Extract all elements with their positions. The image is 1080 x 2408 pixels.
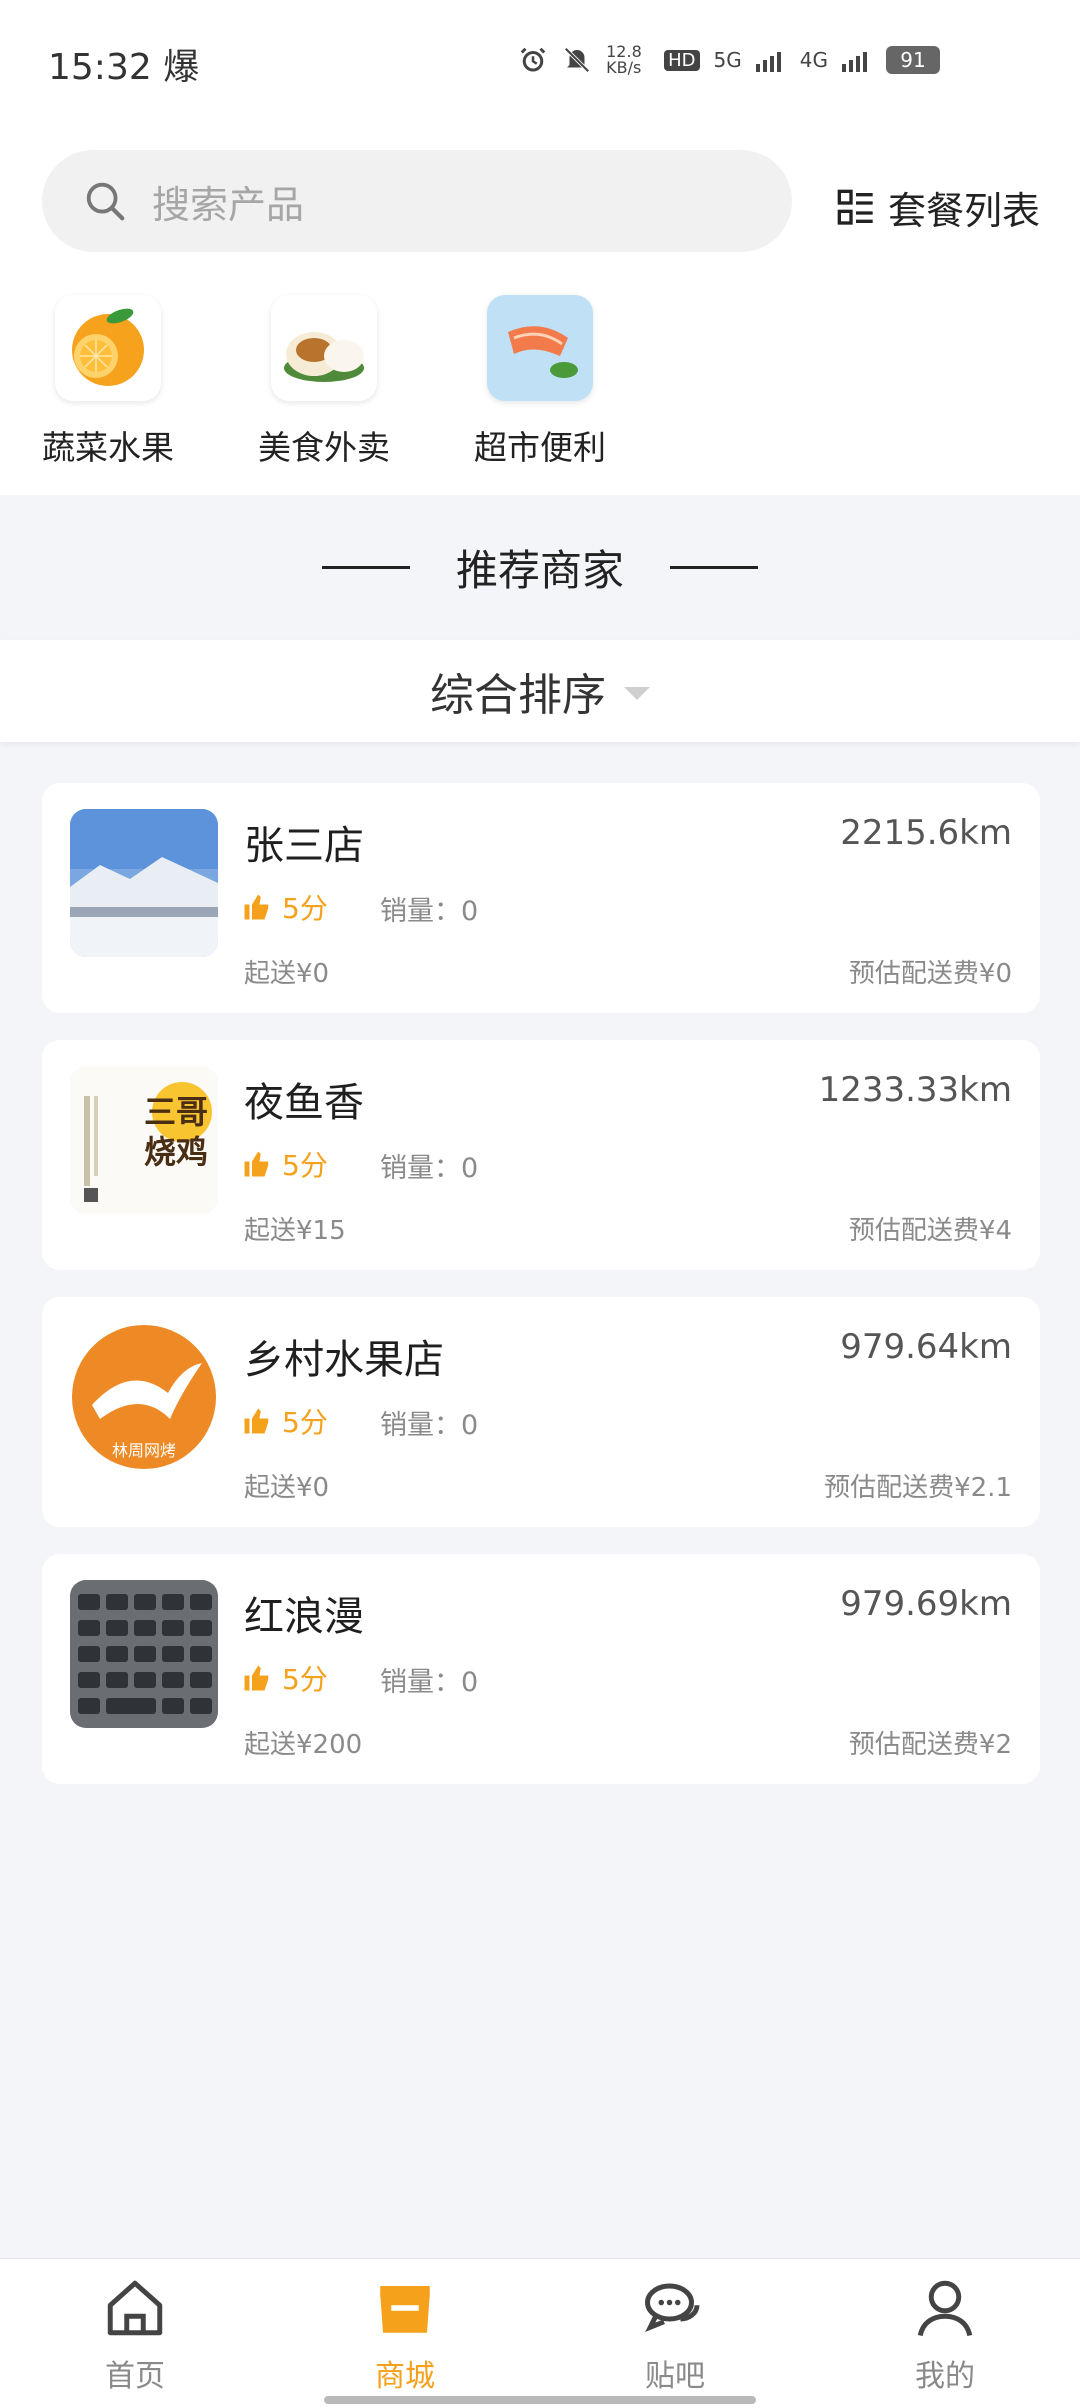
5g-signal: 5G [713, 48, 742, 72]
bottom-tab-bar: 首页 商城 贴吧 我的 [0, 2258, 1080, 2408]
status-bar: 15:32 爆 12.8 KB/s HD 5G 4G 91 [0, 0, 1080, 130]
header: 搜索产品 套餐列表 蔬菜水果 美食外卖 超市便利 [0, 130, 1080, 495]
sort-dropdown[interactable]: 综合排序 [0, 640, 1080, 742]
user-icon [917, 2280, 973, 2337]
shop-thumbnail: 三哥烧鸡 [70, 1066, 218, 1214]
sort-label: 综合排序 [430, 670, 606, 721]
category-food[interactable]: 美食外卖 [244, 295, 404, 469]
divider [321, 566, 410, 569]
divider [670, 566, 758, 569]
battery-icon: 91 [886, 46, 940, 74]
shop-rating: 5分 [242, 1144, 328, 1184]
recommend-header: 推荐商家 [0, 495, 1080, 640]
search-placeholder: 搜索产品 [152, 182, 305, 227]
shop-sales: 销量：0 [380, 1667, 479, 1698]
shop-delivery-fee: 预估配送费¥0 [848, 959, 1012, 989]
shop-rating: 5分 [242, 887, 328, 927]
package-list-label: 套餐列表 [887, 189, 1040, 233]
shop-distance: 979.69km [840, 1584, 1012, 1624]
mute-icon [564, 47, 590, 73]
shop-name: 乡村水果店 [244, 1337, 444, 1383]
tab-shop[interactable]: 商城 [315, 2275, 495, 2395]
hd-badge: HD [664, 49, 700, 71]
shop-distance: 979.64km [840, 1327, 1012, 1367]
status-icons: 12.8 KB/s HD 5G 4G 91 [518, 44, 940, 76]
category-fruit[interactable]: 蔬菜水果 [28, 295, 188, 469]
shop-min-order: 起送¥15 [244, 1216, 346, 1246]
shop-thumbnail [70, 809, 218, 957]
category-label: 超市便利 [474, 428, 606, 467]
status-time: 15:32 爆 [48, 47, 200, 88]
shop-min-order: 起送¥0 [244, 959, 330, 989]
thumbs-up-icon [244, 1408, 269, 1434]
shop-sales: 销量：0 [380, 1410, 479, 1441]
tab-label: 贴吧 [645, 2359, 705, 2394]
tab-label: 商城 [375, 2359, 435, 2394]
category-row: 蔬菜水果 美食外卖 超市便利 [0, 295, 1080, 485]
tab-home[interactable]: 首页 [45, 2275, 225, 2395]
shop-delivery-fee: 预估配送费¥2.1 [824, 1473, 1012, 1503]
shop-name: 夜鱼香 [244, 1080, 364, 1126]
category-label: 蔬菜水果 [42, 428, 174, 467]
signal-4g-icon [842, 52, 867, 72]
tab-label: 我的 [915, 2359, 975, 2394]
package-list-button[interactable]: 套餐列表 [836, 180, 1040, 235]
shop-sales: 销量：0 [380, 896, 479, 927]
category-label: 美食外卖 [258, 428, 390, 467]
thumbs-up-icon [244, 1151, 269, 1177]
shop-icon [380, 2286, 430, 2333]
poster-text: 三哥烧鸡 [143, 1093, 208, 1171]
category-market[interactable]: 超市便利 [460, 295, 620, 469]
tab-forum[interactable]: 贴吧 [585, 2275, 765, 2395]
4g-signal: 4G [799, 48, 828, 72]
shop-card[interactable]: 三哥烧鸡 夜鱼香 1233.33km 5分 销量：0 起送¥15 预估配送费¥4 [42, 1040, 1040, 1270]
salmon-icon [487, 295, 593, 401]
shop-delivery-fee: 预估配送费¥4 [848, 1216, 1012, 1246]
tab-profile[interactable]: 我的 [855, 2275, 1035, 2395]
section-title: 推荐商家 [455, 546, 624, 595]
home-icon [107, 2280, 163, 2336]
shop-card[interactable]: 张三店 2215.6km 5分 销量：0 起送¥0 预估配送费¥0 [42, 783, 1040, 1013]
shop-distance: 1233.33km [818, 1070, 1012, 1110]
shop-rating: 5分 [242, 1658, 328, 1698]
shop-distance: 2215.6km [840, 813, 1012, 853]
shop-thumbnail [70, 1580, 218, 1728]
shop-min-order: 起送¥200 [244, 1730, 363, 1760]
thumbs-up-icon [244, 1665, 269, 1691]
shop-card[interactable]: 林周网烤 乡村水果店 979.64km 5分 销量：0 起送¥0 预估配送费¥2… [42, 1297, 1040, 1527]
alarm-icon [520, 47, 546, 72]
logo-text: 林周网烤 [111, 1441, 176, 1460]
shop-name: 张三店 [244, 823, 364, 869]
search-input[interactable]: 搜索产品 [42, 150, 792, 252]
steamed-bun-icon [271, 295, 377, 401]
home-indicator[interactable] [324, 2396, 756, 2404]
tab-label: 首页 [105, 2359, 165, 2394]
chevron-down-icon [624, 686, 650, 700]
shop-min-order: 起送¥0 [244, 1473, 330, 1503]
shop-rating: 5分 [242, 1401, 328, 1441]
thumbs-up-icon [244, 894, 269, 920]
shop-sales: 销量：0 [380, 1153, 479, 1184]
net-speed: 12.8 KB/s [606, 42, 642, 77]
signal-5g-icon [755, 52, 781, 72]
orange-fruit-icon [55, 295, 161, 401]
shop-card[interactable]: 红浪漫 979.69km 5分 销量：0 起送¥200 预估配送费¥2 [42, 1554, 1040, 1784]
list-icon [837, 189, 873, 225]
shop-name: 红浪漫 [244, 1594, 364, 1640]
shop-delivery-fee: 预估配送费¥2 [848, 1730, 1012, 1760]
search-icon [86, 182, 125, 221]
chat-icon [645, 2283, 700, 2332]
shop-thumbnail: 林周网烤 [70, 1323, 218, 1471]
